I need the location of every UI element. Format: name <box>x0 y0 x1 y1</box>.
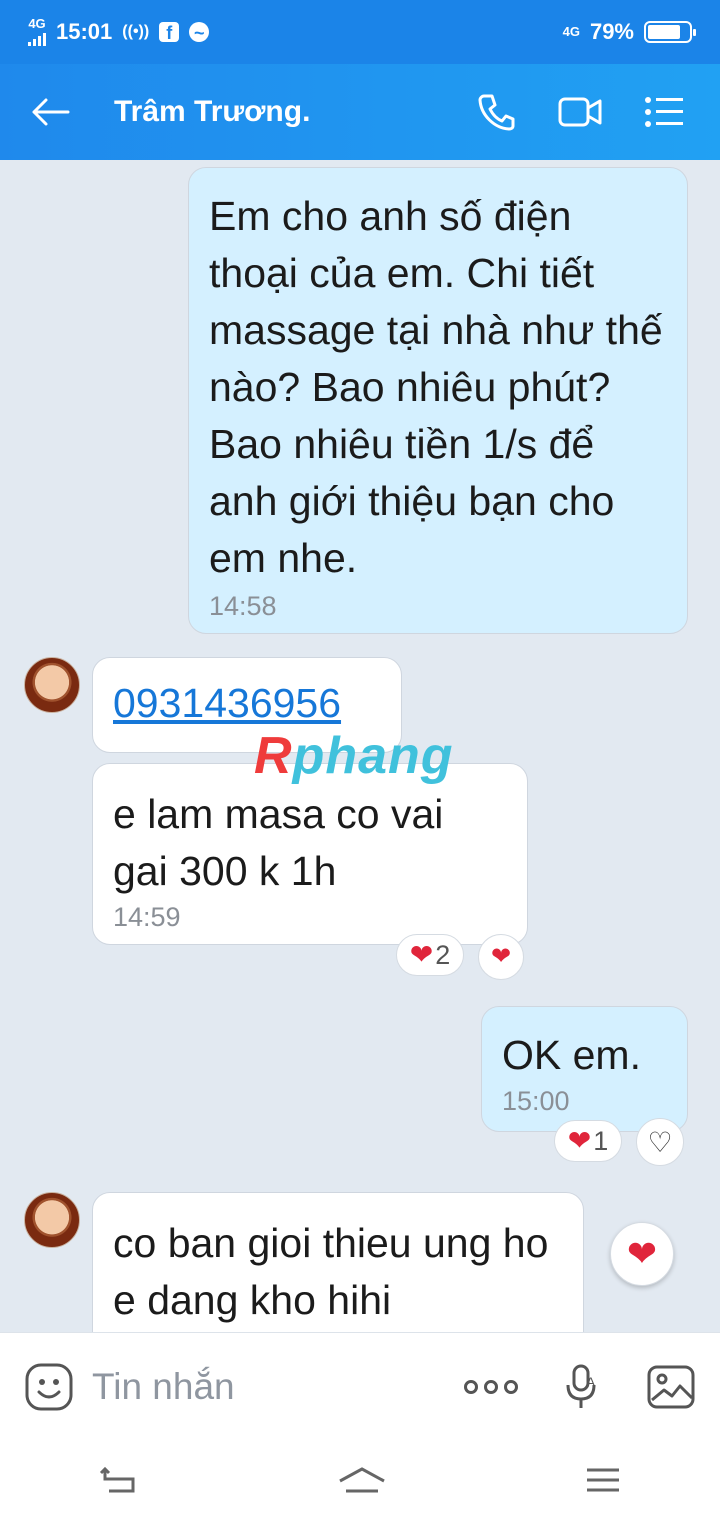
status-bar: 4G 15:01 ((•)) f ~ 4G 79% <box>0 0 720 64</box>
reaction-count: 1 <box>593 1125 609 1156</box>
reaction-summary[interactable]: ❤ 2 <box>396 934 464 976</box>
message-bubble-incoming[interactable]: e lam masa co vai gai 300 k 1h 14:59 <box>92 763 528 945</box>
heart-icon: ❤ <box>567 1125 592 1156</box>
reaction-count: 2 <box>435 939 451 970</box>
watermark-logo: Rphang <box>254 727 454 785</box>
reaction-summary[interactable]: ❤ 1 <box>554 1120 622 1162</box>
heart-outline-icon: ♡ <box>647 1126 673 1158</box>
message-text: OK em. <box>502 1032 641 1078</box>
image-gallery-icon[interactable] <box>646 1364 696 1410</box>
recent-apps-nav-icon[interactable] <box>585 1465 621 1495</box>
hotspot-icon: ((•)) <box>122 23 150 40</box>
message-time: 15:00 <box>502 1086 570 1116</box>
menu-list-icon[interactable] <box>644 96 684 128</box>
avatar[interactable] <box>24 1192 80 1248</box>
voice-to-text-icon[interactable]: A <box>562 1363 602 1411</box>
system-navigation-bar <box>0 1440 720 1520</box>
heart-icon: ❤ <box>626 1233 658 1274</box>
message-bubble-outgoing[interactable]: OK em. 15:00 <box>481 1006 688 1132</box>
status-time: 15:01 <box>56 19 113 44</box>
message-text: co ban gioi thieu ung ho e dang kho hihi <box>113 1220 549 1323</box>
home-nav-icon[interactable] <box>336 1465 388 1495</box>
message-time: 14:59 <box>113 902 181 932</box>
video-call-icon[interactable] <box>558 95 602 129</box>
network-type-label: 4G <box>28 16 46 31</box>
message-bubble-incoming[interactable]: co ban gioi thieu ung ho e dang kho hihi <box>92 1192 584 1332</box>
chat-header: Trâm Trương. <box>0 64 720 160</box>
back-button[interactable] <box>30 97 88 127</box>
message-text: Em cho anh số điện thoại của em. Chi tiế… <box>209 193 663 581</box>
network-type-right: 4G <box>562 24 580 39</box>
react-button[interactable]: ❤ <box>610 1222 674 1286</box>
heart-icon: ❤ <box>490 943 512 970</box>
message-text: e lam masa co vai gai 300 k 1h <box>113 791 444 894</box>
facebook-notification-icon: f <box>159 22 180 43</box>
back-nav-icon[interactable] <box>99 1465 139 1495</box>
message-composer: Tin nhắn A <box>0 1332 720 1440</box>
messenger-notification-icon: ~ <box>189 22 210 43</box>
message-time: 14:58 <box>209 591 277 621</box>
battery-icon <box>644 21 696 43</box>
phone-number-link[interactable]: 0931436956 <box>113 680 341 726</box>
react-button[interactable]: ❤ <box>478 934 524 980</box>
svg-text:A: A <box>586 1374 596 1390</box>
battery-percent: 79% <box>589 19 634 44</box>
cellular-signal-icon: 4G <box>28 16 46 46</box>
message-input[interactable]: Tin nhắn <box>92 1366 235 1408</box>
message-bubble-outgoing[interactable]: Em cho anh số điện thoại của em. Chi tiế… <box>188 167 688 634</box>
more-options-icon[interactable] <box>464 1379 518 1394</box>
react-button[interactable]: ♡ <box>636 1118 684 1166</box>
emoji-icon[interactable] <box>24 1362 74 1412</box>
back-arrow-icon <box>32 98 70 126</box>
chat-area[interactable]: Em cho anh số điện thoại của em. Chi tiế… <box>0 160 720 1332</box>
contact-name[interactable]: Trâm Trương. <box>114 95 310 129</box>
phone-call-icon[interactable] <box>476 92 516 132</box>
heart-icon: ❤ <box>409 939 434 970</box>
avatar[interactable] <box>24 657 80 713</box>
